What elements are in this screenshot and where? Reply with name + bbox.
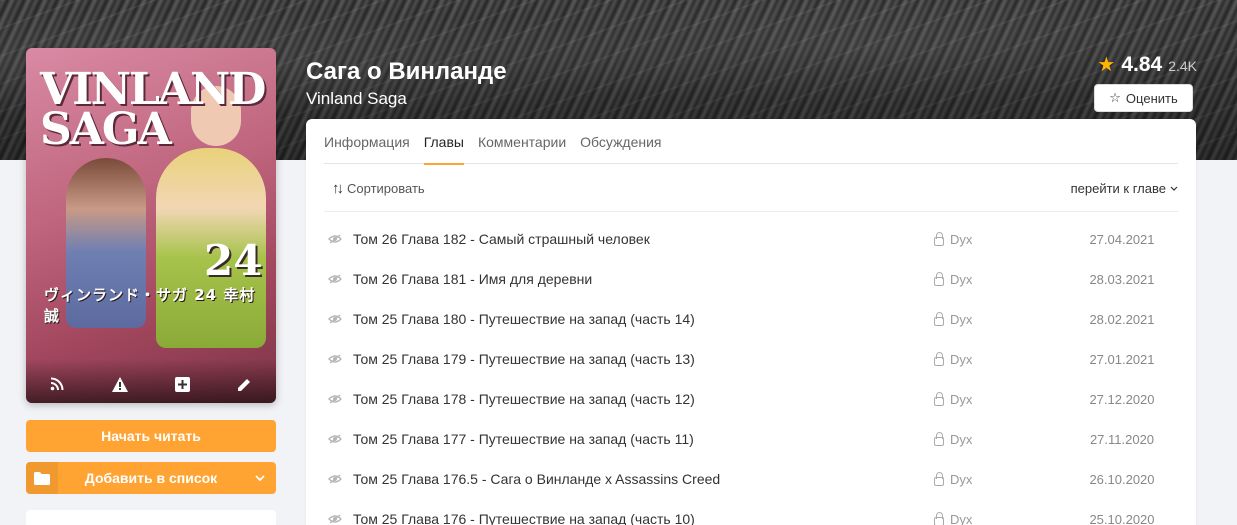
lock-icon bbox=[934, 431, 944, 446]
eye-slash-icon[interactable] bbox=[324, 512, 350, 525]
chapter-row[interactable]: Том 25 Глава 179 - Путешествие на запад … bbox=[324, 339, 1178, 379]
chapter-translator[interactable]: Dyx bbox=[934, 431, 1062, 447]
star-icon: ★ bbox=[1097, 54, 1116, 76]
goto-chapter-label: перейти к главе bbox=[1070, 180, 1166, 196]
lock-icon bbox=[934, 271, 944, 286]
rating-display: ★ 4.84 2.4K bbox=[1097, 52, 1197, 77]
chapter-row[interactable]: Том 25 Глава 180 - Путешествие на запад … bbox=[324, 299, 1178, 339]
eye-slash-icon[interactable] bbox=[324, 472, 350, 487]
chapter-translator[interactable]: Dyx bbox=[934, 231, 1062, 247]
translator-name: Dyx bbox=[950, 471, 973, 487]
chapter-date: 27.11.2020 bbox=[1089, 431, 1155, 447]
manga-cover[interactable]: VINLAND SAGA 24 ヴィンランド・サガ 24 幸村 誠 bbox=[26, 48, 276, 403]
translator-name: Dyx bbox=[950, 311, 973, 327]
plus-icon[interactable] bbox=[173, 375, 191, 393]
tab-info[interactable]: Информация bbox=[324, 119, 410, 164]
chapter-row[interactable]: Том 26 Глава 182 - Самый страшный челове… bbox=[324, 219, 1178, 259]
translator-name: Dyx bbox=[950, 231, 973, 247]
star-outline-icon: ☆ bbox=[1109, 90, 1121, 105]
chapter-row[interactable]: Том 25 Глава 176 - Путешествие на запад … bbox=[324, 499, 1178, 525]
eye-slash-icon[interactable] bbox=[324, 352, 350, 367]
tab-discussions[interactable]: Обсуждения bbox=[580, 119, 661, 164]
chevron-down-icon[interactable] bbox=[244, 462, 276, 494]
add-to-list-button[interactable]: Добавить в список bbox=[26, 462, 276, 494]
chapter-translator[interactable]: Dyx bbox=[934, 311, 1062, 327]
translator-name: Dyx bbox=[950, 271, 973, 287]
sort-label: Сортировать bbox=[347, 180, 425, 196]
translator-name: Dyx bbox=[950, 431, 973, 447]
chapter-row[interactable]: Том 26 Глава 181 - Имя для деревни Dyx 28.… bbox=[324, 259, 1178, 299]
translator-name: Dyx bbox=[950, 511, 973, 525]
eye-slash-icon[interactable] bbox=[324, 312, 350, 327]
chapter-date: 28.02.2021 bbox=[1089, 311, 1155, 327]
chapter-row[interactable]: Том 25 Глава 178 - Путешествие на запад … bbox=[324, 379, 1178, 419]
sort-icon: ↑↓ bbox=[332, 179, 344, 197]
lock-icon bbox=[934, 231, 944, 246]
chapter-translator[interactable]: Dyx bbox=[934, 351, 1062, 367]
chapter-toolbar: ↑↓ Сортировать перейти к главе bbox=[324, 165, 1178, 212]
chapter-row[interactable]: Том 25 Глава 176.5 - Сага о Винланде x A… bbox=[324, 459, 1178, 499]
lock-icon bbox=[934, 471, 944, 486]
eye-slash-icon[interactable] bbox=[324, 272, 350, 287]
lock-icon bbox=[934, 391, 944, 406]
chapter-title[interactable]: Том 25 Глава 179 - Путешествие на запад … bbox=[350, 351, 934, 367]
start-reading-button[interactable]: Начать читать bbox=[26, 420, 276, 452]
chapter-translator[interactable]: Dyx bbox=[934, 391, 1062, 407]
chapter-row[interactable]: Том 25 Глава 177 - Путешествие на запад … bbox=[324, 419, 1178, 459]
translator-name: Dyx bbox=[950, 351, 973, 367]
lock-icon bbox=[934, 311, 944, 326]
chapter-date: 27.01.2021 bbox=[1089, 351, 1155, 367]
chapter-translator[interactable]: Dyx bbox=[934, 471, 1062, 487]
chapter-title[interactable]: Том 26 Глава 181 - Имя для деревни bbox=[350, 271, 934, 287]
goto-chapter-dropdown[interactable]: перейти к главе bbox=[1071, 181, 1178, 196]
chevron-down-icon bbox=[1170, 186, 1178, 191]
main-panel: Информация Главы Комментарии Обсуждения … bbox=[306, 119, 1196, 525]
original-title: Vinland Saga bbox=[306, 89, 407, 108]
chapter-date: 27.12.2020 bbox=[1089, 391, 1155, 407]
add-to-list-label: Добавить в список bbox=[84, 470, 218, 486]
chapter-date: 25.10.2020 bbox=[1089, 511, 1155, 525]
edit-icon[interactable] bbox=[235, 375, 253, 393]
eye-slash-icon[interactable] bbox=[324, 232, 350, 247]
chapter-title[interactable]: Том 25 Глава 180 - Путешествие на запад … bbox=[350, 311, 934, 327]
sort-button[interactable]: ↑↓ Сортировать bbox=[324, 180, 425, 197]
tab-comments[interactable]: Комментарии bbox=[478, 119, 566, 164]
chapter-date: 28.03.2021 bbox=[1089, 271, 1155, 287]
eye-slash-icon[interactable] bbox=[324, 432, 350, 447]
chapter-title[interactable]: Том 25 Глава 176.5 - Сага о Винланде x A… bbox=[350, 471, 934, 487]
lock-icon bbox=[934, 511, 944, 525]
cover-logo: VINLAND SAGA bbox=[40, 64, 266, 155]
folder-icon bbox=[26, 462, 58, 494]
cover-volume-number: 24 bbox=[204, 236, 263, 285]
chapter-title[interactable]: Том 25 Глава 177 - Путешествие на запад … bbox=[350, 431, 934, 447]
eye-slash-icon[interactable] bbox=[324, 392, 350, 407]
chapter-title[interactable]: Том 25 Глава 176 - Путешествие на запад … bbox=[350, 511, 934, 525]
tab-chapters[interactable]: Главы bbox=[423, 119, 465, 165]
translator-name: Dyx bbox=[950, 391, 973, 407]
chapter-date: 27.04.2021 bbox=[1089, 231, 1155, 247]
cover-japanese-title: ヴィンランド・サガ 24 幸村 誠 bbox=[44, 286, 256, 325]
chapter-translator[interactable]: Dyx bbox=[934, 271, 1062, 287]
rate-button[interactable]: ☆ Оценить bbox=[1094, 84, 1193, 112]
lock-icon bbox=[934, 351, 944, 366]
chapter-title[interactable]: Том 25 Глава 178 - Путешествие на запад … bbox=[350, 391, 934, 407]
info-card bbox=[26, 510, 276, 525]
rating-value: 4.84 bbox=[1121, 53, 1163, 76]
chapter-date: 26.10.2020 bbox=[1089, 471, 1155, 487]
warning-icon[interactable] bbox=[111, 375, 129, 393]
rating-count: 2.4K bbox=[1168, 58, 1197, 74]
rss-icon[interactable] bbox=[48, 375, 66, 393]
page-title: Сага о Винланде bbox=[306, 58, 507, 85]
tab-bar: Информация Главы Комментарии Обсуждения bbox=[324, 119, 1178, 165]
rate-button-label: Оценить bbox=[1125, 90, 1178, 106]
chapter-title[interactable]: Том 26 Глава 182 - Самый страшный челове… bbox=[350, 231, 934, 247]
chapter-translator[interactable]: Dyx bbox=[934, 511, 1062, 525]
